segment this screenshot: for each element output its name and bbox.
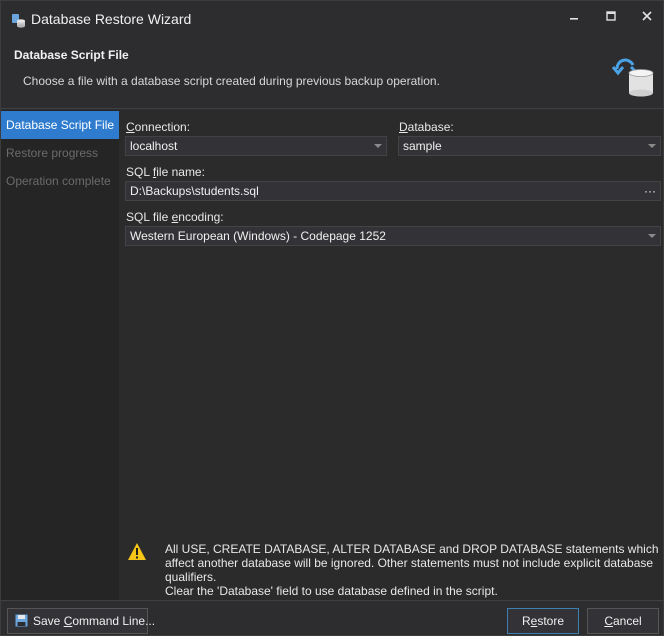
database-select[interactable]: sample — [398, 136, 661, 156]
restore-wizard-window: Database Restore Wizard Database Script … — [0, 0, 664, 636]
chevron-down-icon — [648, 234, 656, 238]
window-title: Database Restore Wizard — [31, 11, 192, 27]
database-wizard-icon — [12, 14, 25, 28]
encoding-select[interactable]: Western European (Windows) - Codepage 12… — [125, 226, 661, 246]
restore-button[interactable]: Restore — [507, 608, 579, 634]
connection-label: Connection: — [126, 120, 191, 134]
page-description: Choose a file with a database script cre… — [23, 74, 440, 88]
wizard-footer: Save Command Line... Restore Cancel — [1, 600, 663, 635]
warning-panel: All USE, CREATE DATABASE, ALTER DATABASE… — [127, 542, 663, 598]
page-title: Database Script File — [14, 48, 129, 62]
database-restore-icon — [611, 58, 654, 97]
browse-button[interactable]: ··· — [644, 182, 656, 200]
wizard-content: Connection: localhost Database: sample S… — [119, 110, 663, 600]
title-bar[interactable]: Database Restore Wizard — [1, 1, 663, 37]
warning-icon — [128, 543, 146, 560]
connection-select[interactable]: localhost — [125, 136, 387, 156]
minimize-icon — [570, 18, 578, 20]
sql-file-encoding-label: SQL file encoding: — [126, 210, 224, 224]
floppy-disk-icon — [15, 614, 28, 627]
steps-sidebar: Database Script File Restore progress Op… — [1, 110, 119, 600]
sql-file-value: D:\Backups\students.sql — [130, 184, 259, 198]
sql-file-name-label: SQL file name: — [126, 165, 205, 179]
database-value: sample — [403, 139, 442, 153]
chevron-down-icon — [374, 144, 382, 148]
close-button[interactable] — [625, 1, 664, 31]
chevron-down-icon — [648, 144, 656, 148]
save-command-line-button[interactable]: Save Command Line... — [7, 608, 155, 634]
step-database-script-file[interactable]: Database Script File — [1, 111, 119, 139]
cancel-button[interactable]: Cancel — [587, 608, 659, 634]
step-operation-complete[interactable]: Operation complete — [1, 167, 119, 195]
close-icon — [642, 11, 652, 21]
warning-hint: Clear the 'Database' field to use databa… — [165, 584, 498, 598]
wizard-header: Database Script File Choose a file with … — [1, 37, 663, 109]
step-restore-progress[interactable]: Restore progress — [1, 139, 119, 167]
database-label: Database: — [399, 120, 454, 134]
encoding-value: Western European (Windows) - Codepage 12… — [130, 229, 386, 243]
warning-text: All USE, CREATE DATABASE, ALTER DATABASE… — [165, 542, 659, 584]
maximize-icon — [606, 11, 616, 21]
connection-value: localhost — [130, 139, 178, 153]
sql-file-input[interactable]: D:\Backups\students.sql ··· — [125, 181, 661, 201]
